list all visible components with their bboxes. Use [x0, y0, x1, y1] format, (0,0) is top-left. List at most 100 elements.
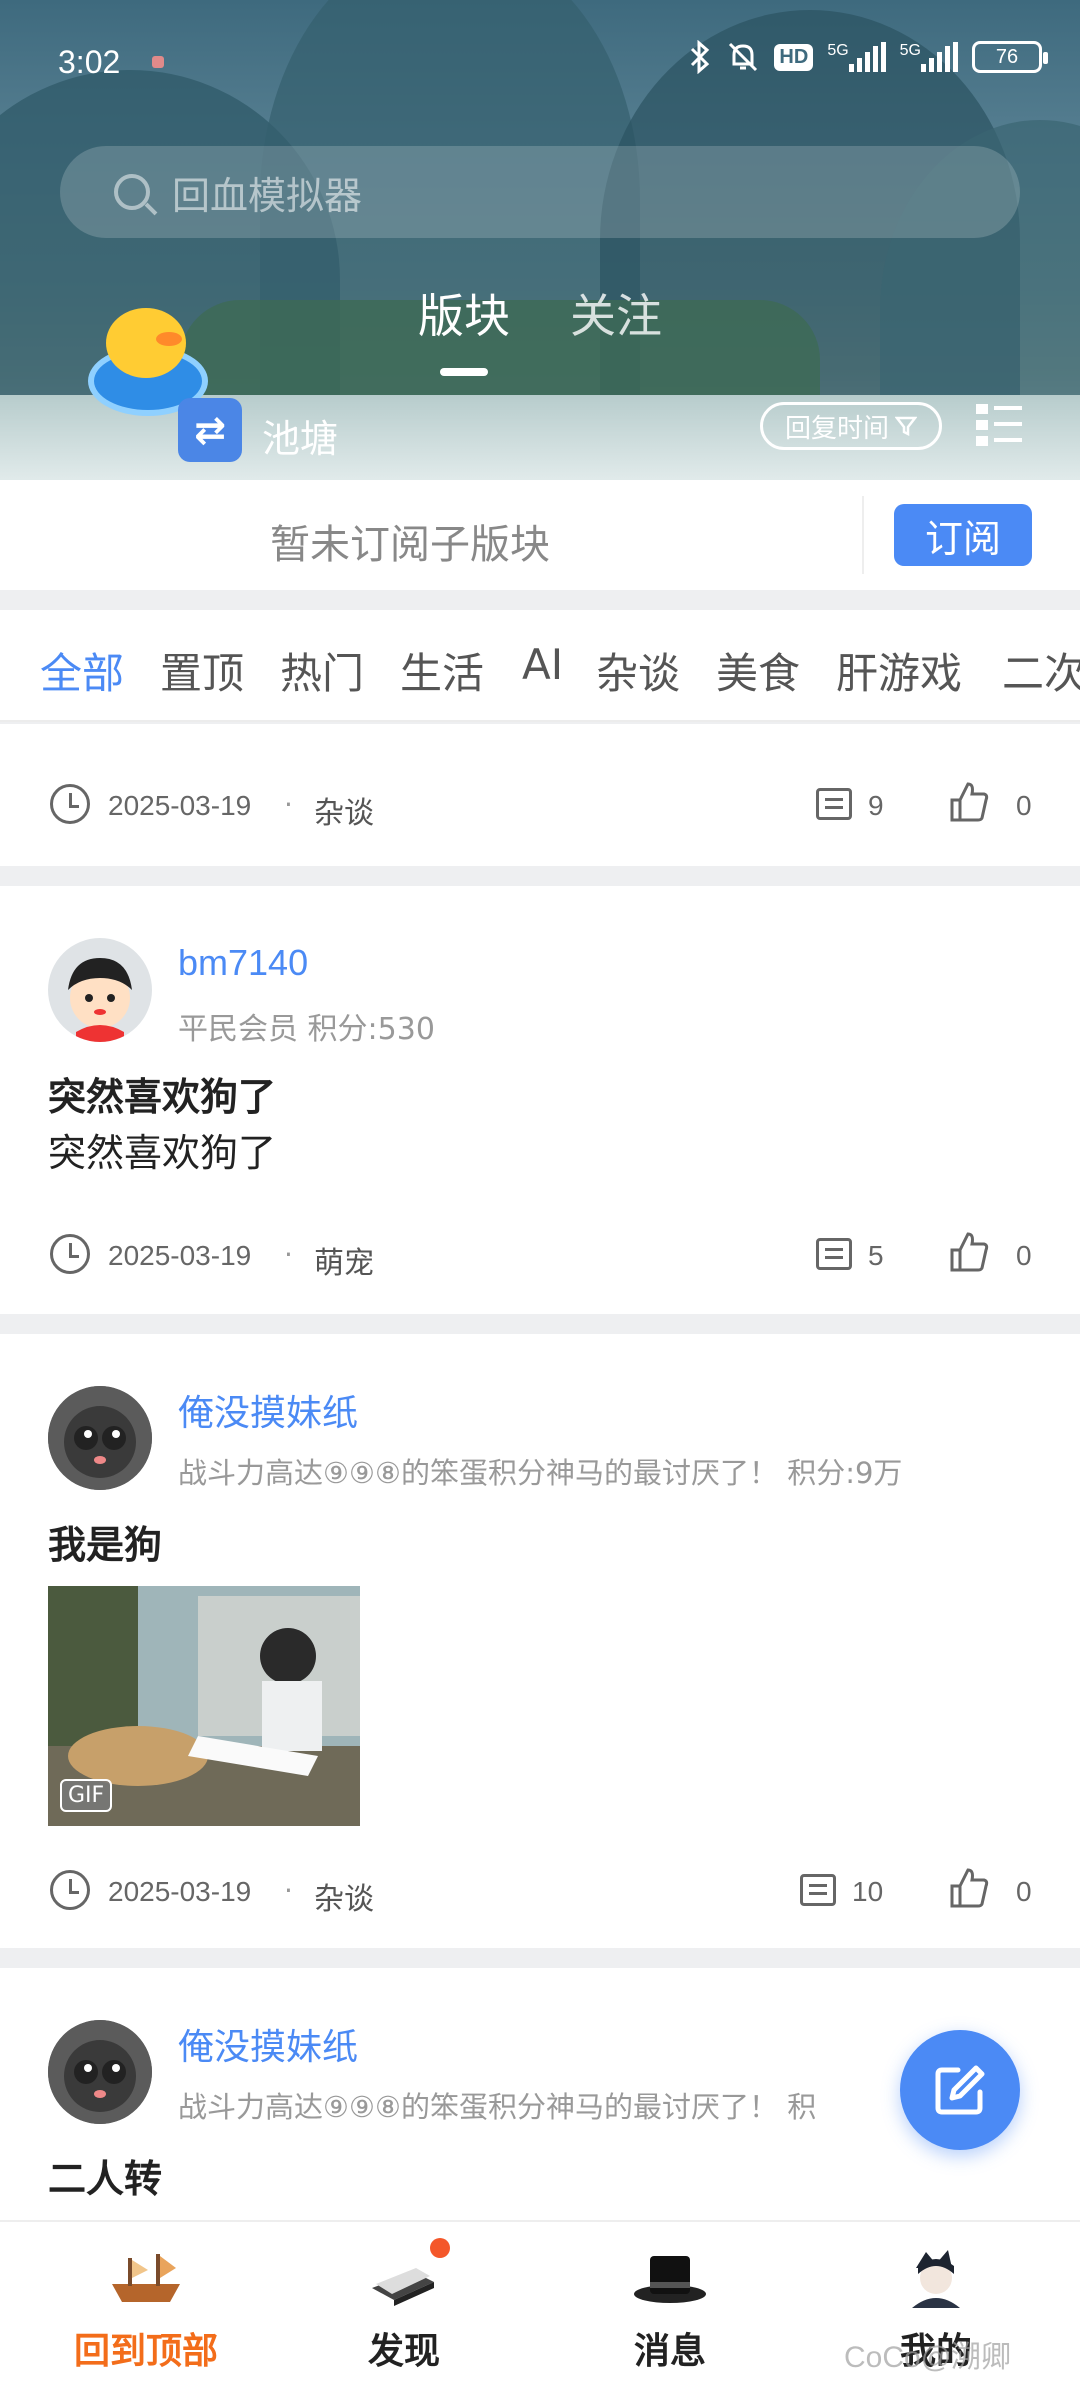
- avatar[interactable]: [48, 1386, 152, 1490]
- separator-dot: ·: [284, 1238, 293, 1271]
- like-count: 0: [1016, 1876, 1032, 1907]
- bluetooth-icon: [688, 40, 712, 74]
- battery-level: 76: [995, 45, 1019, 68]
- post-image[interactable]: GIF: [48, 1586, 360, 1826]
- category-hot[interactable]: 热门: [280, 640, 364, 701]
- status-time: 3:02: [58, 44, 121, 80]
- comment-count: 10: [852, 1876, 884, 1907]
- sort-label: 回复时间: [784, 413, 889, 444]
- bell-muted-icon: [726, 40, 760, 74]
- post-card[interactable]: bm7140 平民会员 积分:530 突然喜欢狗了 突然喜欢狗了 2025-03…: [0, 886, 1080, 1314]
- post-date: 2025-03-19: [108, 1240, 252, 1271]
- separator-dot: ·: [284, 788, 293, 821]
- category-gaming[interactable]: 肝游戏: [836, 640, 962, 701]
- post-card[interactable]: 俺没摸妹纸 战斗力高达⑨⑨⑧的笨蛋积分神马的最讨厌了！ 积分:9万 我是狗 GI…: [0, 1334, 1080, 1948]
- subscribe-hint: 暂未订阅子版块: [270, 522, 550, 568]
- nav-back-to-top[interactable]: 回到顶部: [46, 2248, 246, 2374]
- search-placeholder: 回血模拟器: [172, 173, 363, 218]
- network-type-label: 5G: [899, 42, 921, 59]
- thumbs-up-icon[interactable]: [948, 1866, 990, 1910]
- watermark: CoCo@溯卿: [844, 2341, 1012, 2374]
- tab-board[interactable]: 版块: [418, 280, 510, 346]
- category-chat[interactable]: 杂谈: [596, 640, 680, 701]
- post-footer: 2025-03-19 · 萌宠 5 0: [48, 1230, 1032, 1281]
- bottom-nav: 回到顶部 发现 消息 我的 CoCo@溯卿: [0, 2220, 1080, 2400]
- post-title: 突然喜欢狗了: [48, 1075, 277, 1119]
- network-type-label: 5G: [827, 42, 849, 59]
- duck-beak: [156, 332, 182, 346]
- post-footer: 2025-03-19 · 杂谈 10 0: [48, 1866, 1032, 1917]
- status-bar: 3:02 HD 5G 5G 76: [0, 0, 1080, 120]
- nav-label: 回到顶部: [73, 2331, 218, 2372]
- board-name[interactable]: 池塘: [262, 408, 338, 463]
- list-view-icon[interactable]: [976, 402, 1022, 448]
- separator-dot: ·: [284, 1874, 293, 1907]
- battery-icon: 76: [972, 41, 1048, 73]
- post-body: 突然喜欢狗了: [48, 1131, 277, 1175]
- post-tag: 杂谈: [314, 796, 374, 831]
- comment-icon[interactable]: [816, 1238, 852, 1270]
- user-meta: 平民会员 积分:530: [178, 1012, 435, 1047]
- avatar[interactable]: [48, 2020, 152, 2124]
- clock-icon: [50, 1870, 90, 1910]
- username[interactable]: 俺没摸妹纸: [178, 1384, 358, 1436]
- ship-icon: [106, 2248, 186, 2308]
- post-tag: 萌宠: [314, 1246, 374, 1281]
- nav-messages[interactable]: 消息: [570, 2248, 770, 2374]
- category-life[interactable]: 生活: [400, 640, 484, 701]
- clock-icon: [50, 784, 90, 824]
- notification-dot: [430, 2238, 450, 2258]
- header-banner: 3:02 HD 5G 5G 76 回血模拟器 版块 关注 ⇄ 池塘 回复时间: [0, 0, 1080, 480]
- post-title: 二人转: [48, 2157, 163, 2201]
- signal-icon-1: 5G: [827, 42, 886, 72]
- subscribe-bar: 暂未订阅子版块 订阅: [0, 480, 1080, 590]
- user-meta: 战斗力高达⑨⑨⑧的笨蛋积分神马的最讨厌了！ 积: [178, 2090, 817, 2124]
- compose-button[interactable]: [900, 2030, 1020, 2150]
- hd-voice-icon: HD: [774, 43, 814, 71]
- clock-icon: [50, 1234, 90, 1274]
- tab-follow[interactable]: 关注: [570, 280, 662, 346]
- post-date: 2025-03-19: [108, 1876, 252, 1907]
- notification-icon: [152, 56, 164, 68]
- signal-icon-2: 5G: [900, 42, 958, 72]
- edit-icon: [935, 2065, 985, 2115]
- category-ai[interactable]: AI: [522, 640, 563, 689]
- post-card[interactable]: 2025-03-19 · 杂谈 9 0: [0, 724, 1080, 866]
- comment-count: 5: [868, 1240, 884, 1271]
- thumbs-up-icon[interactable]: [948, 780, 990, 824]
- category-food[interactable]: 美食: [716, 640, 800, 701]
- top-hat-icon: [630, 2248, 710, 2308]
- username[interactable]: bm7140: [178, 942, 308, 984]
- comment-icon[interactable]: [816, 788, 852, 820]
- profile-avatar-icon: [896, 2248, 976, 2308]
- avatar[interactable]: [48, 938, 152, 1042]
- status-icons: HD 5G 5G 76: [688, 40, 1048, 74]
- divider: [862, 496, 864, 574]
- switch-board-icon[interactable]: ⇄: [178, 398, 242, 462]
- search-icon: [114, 174, 150, 210]
- category-pinned[interactable]: 置顶: [160, 640, 244, 701]
- comment-icon[interactable]: [800, 1874, 836, 1906]
- search-bar[interactable]: 回血模拟器: [60, 146, 1020, 238]
- category-all[interactable]: 全部: [40, 640, 124, 701]
- like-count: 0: [1016, 790, 1032, 821]
- gif-badge: GIF: [60, 1779, 113, 1812]
- category-tabs: 全部 置顶 热门 生活 AI 杂谈 美食 肝游戏 二次: [0, 610, 1080, 722]
- post-title: 我是狗: [48, 1523, 163, 1567]
- book-icon: [364, 2238, 450, 2308]
- category-acg[interactable]: 二次: [1002, 640, 1080, 701]
- post-footer: 2025-03-19 · 杂谈 9 0: [48, 780, 1032, 831]
- sort-button[interactable]: 回复时间: [760, 402, 942, 450]
- subscribe-button[interactable]: 订阅: [894, 504, 1032, 566]
- post-date: 2025-03-19: [108, 790, 252, 821]
- username[interactable]: 俺没摸妹纸: [178, 2018, 358, 2070]
- user-meta: 战斗力高达⑨⑨⑧的笨蛋积分神马的最讨厌了！ 积分:9万: [178, 1456, 903, 1490]
- like-count: 0: [1016, 1240, 1032, 1271]
- nav-discover[interactable]: 发现: [304, 2238, 504, 2374]
- filter-icon: [895, 416, 917, 437]
- post-tag: 杂谈: [314, 1882, 374, 1917]
- comment-count: 9: [868, 790, 884, 821]
- thumbs-up-icon[interactable]: [948, 1230, 990, 1274]
- nav-label: 发现: [367, 2331, 440, 2372]
- nav-label: 消息: [633, 2331, 706, 2372]
